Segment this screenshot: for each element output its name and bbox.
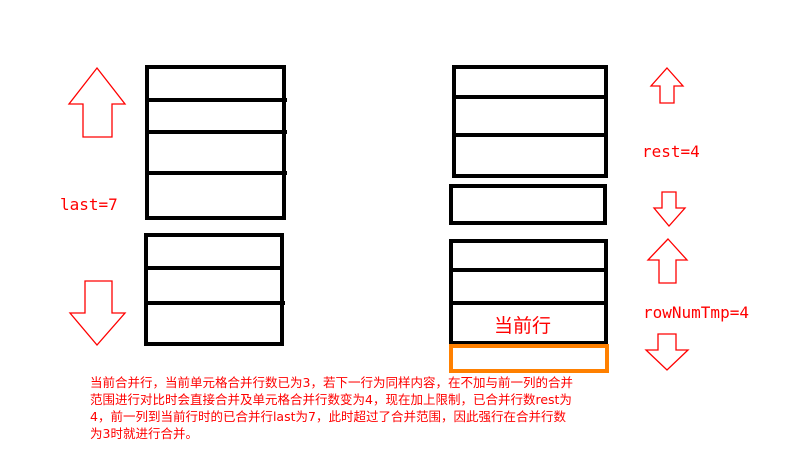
next-row-highlight <box>449 344 609 373</box>
left-lower-frame <box>144 233 284 346</box>
left-upper-block <box>145 65 287 220</box>
down-arrow-icon <box>652 191 687 227</box>
explanation-line: 当前合并行，当前单元格合并行数已为3，若下一行为同样内容，在不加与前一列的合并 <box>90 375 573 390</box>
explanation-line: 为3时就进行合并。 <box>90 426 198 441</box>
right-single-row <box>449 184 607 225</box>
down-arrow-icon <box>644 333 690 371</box>
down-arrow-icon <box>68 280 127 346</box>
rownum-tmp-label: rowNumTmp=4 <box>643 303 749 322</box>
last-label: last=7 <box>60 195 118 214</box>
up-arrow-icon <box>67 66 127 138</box>
explanation-text: 当前合并行，当前单元格合并行数已为3，若下一行为同样内容，在不加与前一列的合并 … <box>90 374 730 442</box>
rest-label: rest=4 <box>642 142 700 161</box>
left-lower-block <box>144 233 285 346</box>
up-arrow-icon <box>646 238 689 284</box>
right-upper-frame <box>452 65 608 178</box>
explanation-line: 4，前一列到当前行时的已合并行last为7，此时超过了合并范围，因此强行在合并行… <box>90 409 566 424</box>
up-arrow-icon <box>649 67 685 104</box>
right-upper-block <box>452 65 608 178</box>
explanation-line: 范围进行对比时会直接合并及单元格合并行数变为4，现在加上限制，已合并行数rest… <box>90 392 572 407</box>
left-upper-frame <box>145 65 286 220</box>
current-row-label: 当前行 <box>494 315 552 337</box>
